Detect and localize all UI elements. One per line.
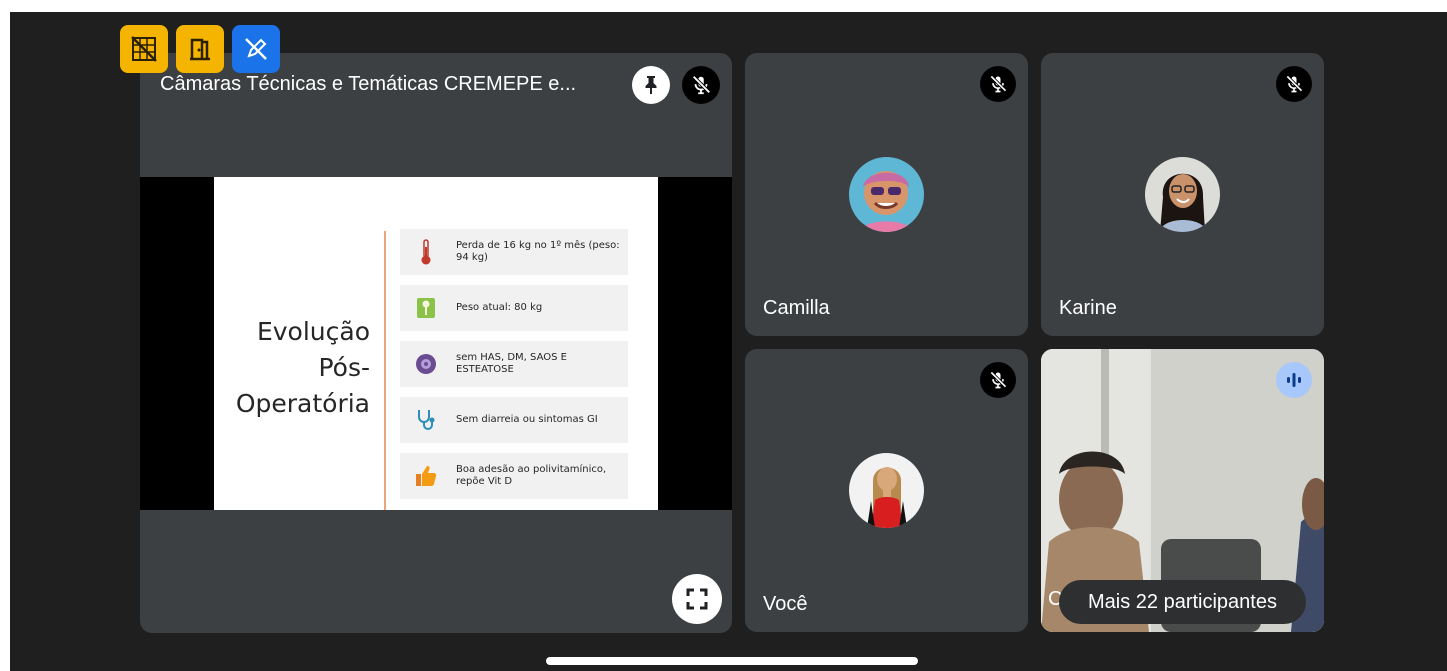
participant-tile-karine[interactable]: Karine — [1041, 53, 1324, 336]
avatar — [849, 157, 924, 232]
slide-item: Peso atual: 80 kg — [400, 285, 628, 331]
screen-tool-button[interactable] — [120, 25, 168, 73]
annotate-button[interactable] — [232, 25, 280, 73]
mic-off-icon — [990, 75, 1007, 93]
audio-wave-icon — [1287, 373, 1301, 387]
slide-item-text: Peso atual: 80 kg — [456, 302, 543, 313]
thumbs-up-icon — [412, 462, 440, 490]
meeting-screen: Câmaras Técnicas e Temáticas CREMEPE e..… — [10, 12, 1447, 671]
participant-name: Camilla — [763, 297, 830, 319]
grid-off-icon — [131, 36, 157, 62]
pin-icon — [645, 76, 657, 94]
slide-item: Boa adesão ao polivitamínico, repõe Vit … — [400, 453, 628, 499]
slide-item-text: Perda de 16 kg no 1º mês (peso: 94 kg) — [456, 240, 620, 263]
slide-item-text: Sem diarreia ou sintomas GI — [456, 414, 598, 425]
participant-tile-self[interactable]: Você — [745, 349, 1028, 632]
avatar — [849, 453, 924, 528]
presentation-title: Câmaras Técnicas e Temáticas CREMEPE e..… — [160, 73, 577, 95]
participant-name: Você — [763, 593, 808, 615]
door-icon — [190, 38, 210, 61]
speaking-indicator — [1276, 362, 1312, 398]
mic-off-icon — [692, 75, 711, 95]
mic-off-button[interactable] — [980, 66, 1016, 102]
slide-item-text: Boa adesão ao polivitamínico, repõe Vit … — [456, 464, 607, 487]
presentation-tile[interactable]: Câmaras Técnicas e Temáticas CREMEPE e..… — [140, 53, 732, 633]
pen-off-icon — [245, 38, 267, 60]
virus-icon — [412, 350, 440, 378]
pin-button[interactable] — [632, 66, 670, 104]
exit-button[interactable] — [176, 25, 224, 73]
mic-off-button[interactable] — [682, 66, 720, 104]
mic-off-icon — [1286, 75, 1303, 93]
slide-divider — [384, 231, 386, 510]
slide-item-text: sem HAS, DM, SAOS E ESTEATOSE — [456, 352, 567, 375]
shared-screen: Evolução Pós-Operatória Perda de 16 kg n… — [140, 177, 732, 510]
mic-off-icon — [990, 371, 1007, 389]
participant-name: Karine — [1059, 297, 1117, 319]
mic-off-button[interactable] — [1276, 66, 1312, 102]
avatar — [1145, 157, 1220, 232]
slide-heading: Evolução Pós-Operatória — [235, 317, 370, 418]
mic-off-button[interactable] — [980, 362, 1016, 398]
fullscreen-icon — [686, 588, 708, 610]
slide-item: Sem diarreia ou sintomas GI — [400, 397, 628, 443]
home-indicator[interactable] — [546, 657, 918, 665]
more-participants-button[interactable]: Mais 22 participantes — [1059, 580, 1306, 624]
thermometer-icon — [412, 238, 440, 266]
slide: Evolução Pós-Operatória Perda de 16 kg n… — [214, 177, 658, 510]
slide-item: Perda de 16 kg no 1º mês (peso: 94 kg) — [400, 229, 628, 275]
slide-item: sem HAS, DM, SAOS E ESTEATOSE — [400, 341, 628, 387]
scale-icon — [412, 294, 440, 322]
stethoscope-icon — [412, 406, 440, 434]
participant-tile-camilla[interactable]: Camilla — [745, 53, 1028, 336]
fullscreen-button[interactable] — [672, 574, 722, 624]
